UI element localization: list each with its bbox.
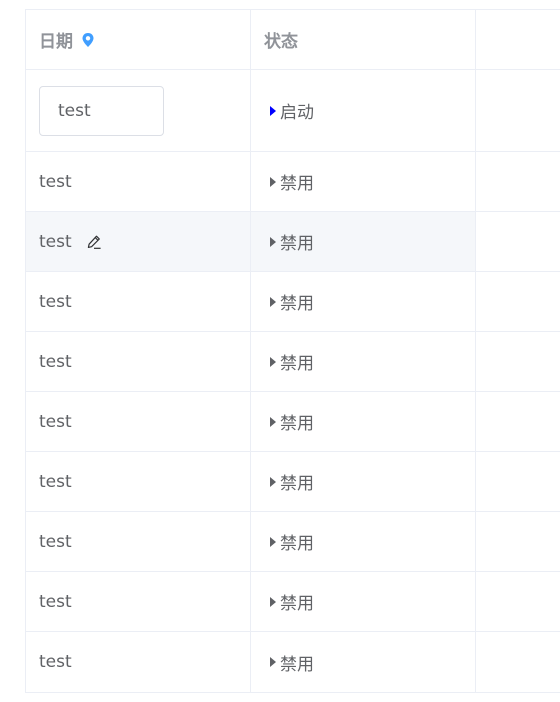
status-label: 禁用 [280, 594, 314, 614]
empty-cell [476, 272, 560, 331]
caret-right-icon[interactable] [270, 356, 276, 367]
status-toggle[interactable]: 禁用 [270, 169, 314, 194]
empty-cell [476, 392, 560, 451]
page: 日期 状态 启动 test [0, 0, 560, 702]
header-date-label: 日期 [39, 32, 73, 52]
table-row: test 禁用 [26, 272, 560, 332]
table-row: test 禁用 [26, 512, 560, 572]
caret-right-icon[interactable] [270, 296, 276, 307]
empty-cell [476, 212, 560, 271]
date-cell: test [26, 332, 251, 391]
date-edit-input[interactable] [39, 85, 164, 136]
status-cell: 禁用 [251, 512, 476, 571]
date-cell: test [26, 452, 251, 511]
status-cell: 启动 [251, 70, 476, 151]
header-date-cell[interactable]: 日期 [26, 10, 251, 69]
status-label: 禁用 [280, 174, 314, 194]
status-cell: 禁用 [251, 152, 476, 211]
status-label: 禁用 [280, 234, 314, 254]
table-row: test 禁用 [26, 392, 560, 452]
caret-right-icon[interactable] [270, 416, 276, 427]
caret-right-icon[interactable] [270, 476, 276, 487]
date-cell: test [26, 512, 251, 571]
date-cell: test [26, 212, 251, 271]
date-value: test [39, 531, 72, 552]
empty-cell [476, 70, 560, 151]
date-value: test [39, 591, 72, 612]
date-cell: test [26, 632, 251, 692]
status-label: 禁用 [280, 294, 314, 314]
table-row: test 禁用 [26, 452, 560, 512]
status-cell: 禁用 [251, 572, 476, 631]
table-row-hovered: test 禁用 [26, 212, 560, 272]
caret-right-icon[interactable] [270, 236, 276, 247]
table-row-editing: 启动 [26, 70, 560, 152]
table-row: test 禁用 [26, 332, 560, 392]
date-value: test [39, 351, 72, 372]
status-cell: 禁用 [251, 392, 476, 451]
caret-right-icon[interactable] [270, 176, 276, 187]
caret-right-icon[interactable] [270, 657, 276, 667]
table-header-row: 日期 状态 [26, 10, 560, 70]
empty-cell [476, 512, 560, 571]
status-toggle[interactable]: 禁用 [270, 650, 314, 675]
status-toggle[interactable]: 禁用 [270, 529, 314, 554]
location-pin-icon[interactable] [81, 32, 95, 48]
status-toggle[interactable]: 启动 [270, 98, 314, 123]
table-row: test 禁用 [26, 152, 560, 212]
pencil-icon[interactable] [86, 234, 102, 250]
date-value: test [39, 471, 72, 492]
empty-cell [476, 632, 560, 692]
status-cell: 禁用 [251, 332, 476, 391]
date-cell: test [26, 152, 251, 211]
data-table: 日期 状态 启动 test [25, 9, 560, 693]
date-value: test [39, 171, 72, 192]
empty-cell [476, 572, 560, 631]
date-value: test [39, 231, 72, 252]
date-cell-editing [26, 70, 251, 151]
caret-right-icon[interactable] [270, 536, 276, 547]
empty-cell [476, 452, 560, 511]
date-value: test [39, 291, 72, 312]
status-label: 启动 [280, 103, 314, 123]
empty-cell [476, 332, 560, 391]
status-toggle[interactable]: 禁用 [270, 589, 314, 614]
status-label: 禁用 [280, 354, 314, 374]
caret-right-icon[interactable] [270, 105, 276, 116]
status-label: 禁用 [280, 414, 314, 434]
status-cell: 禁用 [251, 452, 476, 511]
header-empty-cell [476, 10, 560, 69]
date-value: test [39, 652, 72, 672]
date-value: test [39, 411, 72, 432]
date-cell: test [26, 392, 251, 451]
status-cell: 禁用 [251, 212, 476, 271]
empty-cell [476, 152, 560, 211]
status-label: 禁用 [280, 654, 314, 675]
status-cell: 禁用 [251, 632, 476, 692]
status-label: 禁用 [280, 474, 314, 494]
header-status-cell: 状态 [251, 10, 476, 69]
table-row: test 禁用 [26, 632, 560, 692]
status-cell: 禁用 [251, 272, 476, 331]
status-toggle[interactable]: 禁用 [270, 469, 314, 494]
status-label: 禁用 [280, 534, 314, 554]
status-toggle[interactable]: 禁用 [270, 409, 314, 434]
table-row: test 禁用 [26, 572, 560, 632]
date-cell: test [26, 272, 251, 331]
status-toggle[interactable]: 禁用 [270, 229, 314, 254]
date-cell: test [26, 572, 251, 631]
status-toggle[interactable]: 禁用 [270, 349, 314, 374]
header-status-label: 状态 [264, 32, 298, 52]
status-toggle[interactable]: 禁用 [270, 289, 314, 314]
caret-right-icon[interactable] [270, 596, 276, 607]
